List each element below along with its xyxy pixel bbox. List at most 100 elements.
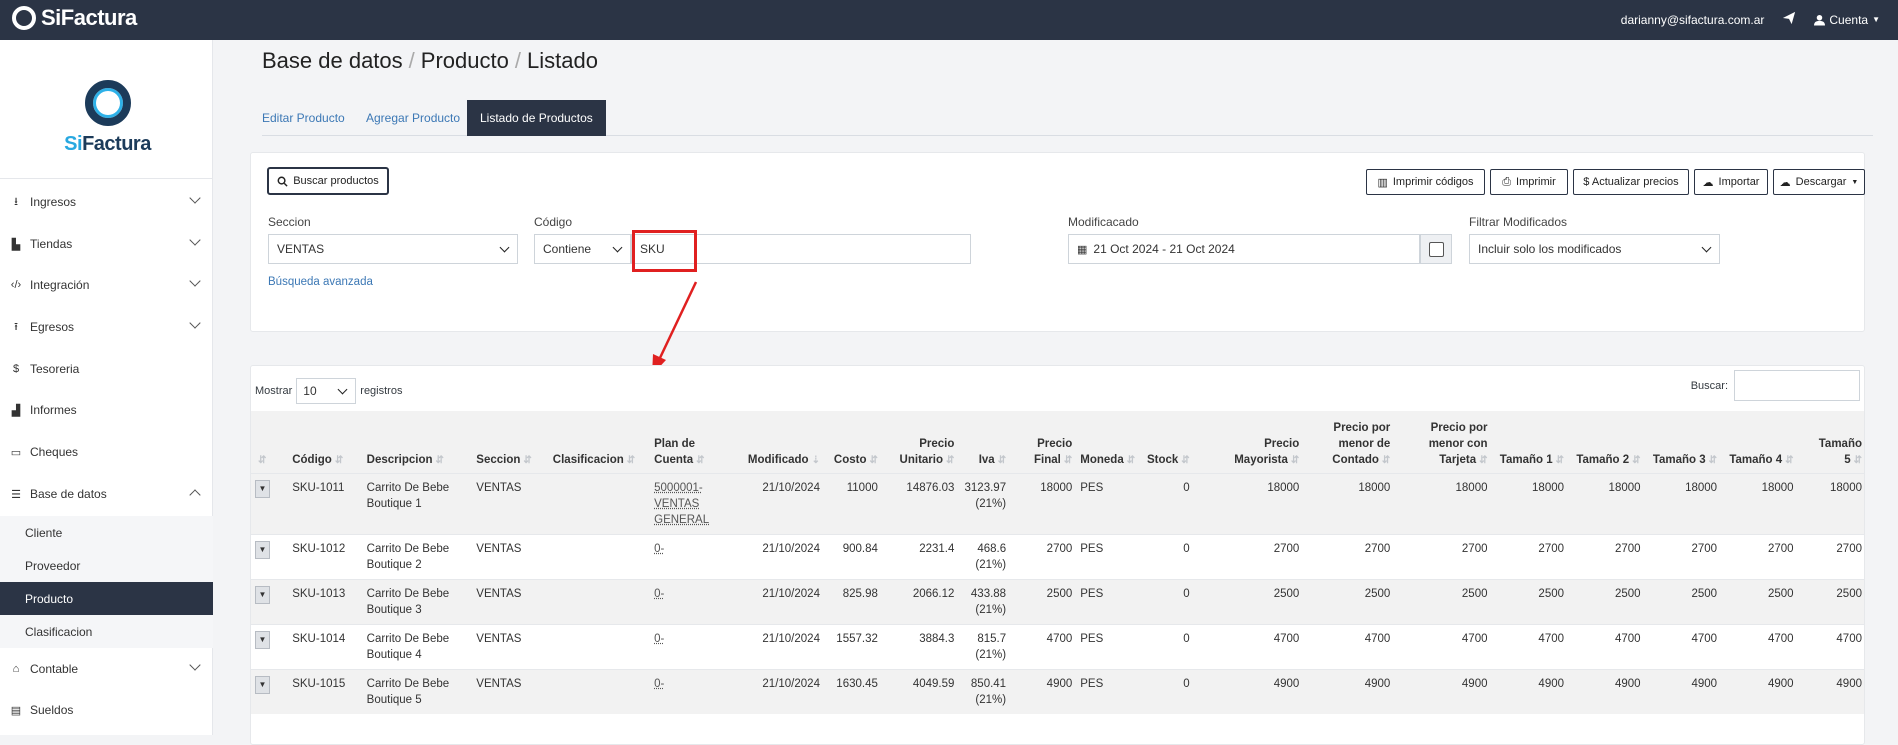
checkbox[interactable] <box>1429 242 1444 257</box>
seccion-label: Seccion <box>268 215 311 229</box>
sidebar-item-contable[interactable]: ⌂ Contable <box>0 649 213 689</box>
table-cell: 21/10/2024 <box>741 669 824 714</box>
chevron-down-icon <box>1702 243 1712 253</box>
column-header[interactable]: Clasificacion ⇵ <box>549 411 650 473</box>
tab-editar-producto[interactable]: Editar Producto <box>262 100 345 136</box>
print-button[interactable]: ⎙ Imprimir <box>1490 169 1568 195</box>
sidebar-item-base-de-datos[interactable]: ☰ Base de datos <box>0 474 213 514</box>
column-header-label: Iva <box>979 454 995 466</box>
sidebar-subitem-clasificacion[interactable]: Clasificacion <box>0 615 213 648</box>
plan-cuenta-link[interactable]: 0- <box>654 678 664 690</box>
sidebar-divider <box>0 178 213 179</box>
table-cell: 18000 <box>1303 473 1394 534</box>
print-codes-button[interactable]: ▥ Imprimir códigos <box>1366 169 1485 195</box>
expand-row-button[interactable]: ▼ <box>255 541 270 559</box>
advanced-search-link[interactable]: Búsqueda avanzada <box>268 276 373 288</box>
table-row[interactable]: ▼ SKU-1015 Carrito De Bebe Boutique 5 VENTA… <box>251 669 1865 714</box>
column-header[interactable]: Stock ⇵ <box>1141 411 1193 473</box>
column-header[interactable]: Plan de Cuenta ⇵ <box>650 411 741 473</box>
import-button[interactable]: ☁ Importar <box>1694 169 1768 195</box>
chevron-down-icon <box>189 317 200 328</box>
sidebar-item-tesoreria[interactable]: $ Tesoreria <box>0 349 213 389</box>
table-cell: 4700 <box>1645 624 1722 669</box>
table-cell: 0 <box>1141 669 1193 714</box>
plan-cuenta-link[interactable]: 0- <box>654 633 664 645</box>
column-header[interactable]: Iva ⇵ <box>958 411 1010 473</box>
column-header[interactable]: Seccion ⇵ <box>472 411 549 473</box>
cell-value: 2231.4 <box>919 543 954 555</box>
table-row[interactable]: ▼ SKU-1013 Carrito De Bebe Boutique 3 VENTA… <box>251 579 1865 624</box>
table-search-input[interactable] <box>1734 370 1860 401</box>
table-cell: 4900 <box>1798 669 1865 714</box>
sidebar-item-informes[interactable]: ▟ Informes <box>0 390 213 430</box>
expand-row-button[interactable]: ▼ <box>255 631 270 649</box>
tab-agregar-producto[interactable]: Agregar Producto <box>366 100 460 136</box>
date-filter-toggle[interactable] <box>1420 234 1452 264</box>
filter-panel: Buscar productos ▥ Imprimir códigos ⎙ Impr… <box>250 152 1865 332</box>
column-header[interactable]: Precio Mayorista ⇵ <box>1194 411 1304 473</box>
update-prices-button[interactable]: $ Actualizar precios <box>1573 169 1689 195</box>
column-header[interactable]: Modificado ⇣ <box>741 411 824 473</box>
tab-listado-productos[interactable]: Listado de Productos <box>467 100 606 136</box>
cell-value: 2700 <box>1768 543 1794 555</box>
table-row[interactable]: ▼ SKU-1012 Carrito De Bebe Boutique 2 VENTA… <box>251 534 1865 579</box>
column-header[interactable]: Tamaño 1 ⇵ <box>1492 411 1569 473</box>
download-dropdown-button[interactable]: ☁ Descargar ▼ <box>1773 169 1865 195</box>
column-header[interactable]: Precio por menor con Tarjeta ⇵ <box>1394 411 1491 473</box>
sidebar-subitem-proveedor[interactable]: Proveedor <box>0 549 213 582</box>
table-row[interactable]: ▼ SKU-1011 Carrito De Bebe Boutique 1 VENTA… <box>251 473 1865 534</box>
table-row[interactable]: ▼ SKU-1014 Carrito De Bebe Boutique 4 VENTA… <box>251 624 1865 669</box>
sidebar-item-integracion[interactable]: ‹/› Integración <box>0 265 213 305</box>
column-header[interactable]: Código ⇵ <box>288 411 362 473</box>
sort-icon: ⇵ <box>1709 455 1717 466</box>
sidebar-subitem-cliente[interactable]: Cliente <box>0 516 213 549</box>
column-header[interactable]: Tamaño 3 ⇵ <box>1645 411 1722 473</box>
plan-cuenta-link[interactable]: 0- <box>654 543 664 555</box>
sidebar-subitem-producto[interactable]: Producto <box>0 582 213 615</box>
sidebar-item-tiendas[interactable]: ▙ Tiendas <box>0 224 213 264</box>
column-header[interactable]: Tamaño 5 ⇵ <box>1798 411 1865 473</box>
codigo-mode-select[interactable]: Contiene <box>534 234 631 264</box>
filtrar-select[interactable]: Incluir solo los modificados <box>1469 234 1720 264</box>
sidebar-item-cheques[interactable]: ▭ Cheques <box>0 432 213 472</box>
sidebar-item-label: Tiendas <box>30 237 72 251</box>
plan-cuenta-link[interactable]: 5000001- VENTAS GENERAL <box>654 482 709 526</box>
column-header-label: Tamaño 4 <box>1729 454 1782 466</box>
table-cell: SKU-1015 <box>288 669 362 714</box>
send-icon[interactable] <box>1782 11 1796 28</box>
breadcrumb-item[interactable]: Base de datos <box>262 48 403 73</box>
expand-row-button[interactable]: ▼ <box>255 480 270 498</box>
column-header[interactable]: Tamaño 4 ⇵ <box>1721 411 1798 473</box>
breadcrumb-item[interactable]: Producto <box>421 48 509 73</box>
table-cell: SKU-1012 <box>288 534 362 579</box>
cell-value: 2700 <box>1274 543 1300 555</box>
brand-logo[interactable]: SiFactura <box>12 5 137 31</box>
column-header[interactable]: Precio Final ⇵ <box>1010 411 1076 473</box>
column-header[interactable]: Costo ⇵ <box>824 411 882 473</box>
table-cell: 0 <box>1141 579 1193 624</box>
account-menu[interactable]: Cuenta ▼ <box>1814 13 1880 27</box>
column-header[interactable]: Precio Unitario ⇵ <box>882 411 959 473</box>
page-size-select[interactable]: 10 <box>296 378 356 404</box>
expand-row-button[interactable]: ▼ <box>255 676 270 694</box>
column-header[interactable]: Descripcion ⇵ <box>363 411 473 473</box>
expand-column-header[interactable]: ⇵ <box>251 411 288 473</box>
column-header[interactable]: Precio por menor de Contado ⇵ <box>1303 411 1394 473</box>
sidebar-item-ingresos[interactable]: ⭳ Ingresos <box>0 182 213 222</box>
plan-cuenta-link[interactable]: 0- <box>654 588 664 600</box>
seccion-select[interactable]: VENTAS <box>268 234 518 264</box>
date-range-input[interactable]: ▦ 21 Oct 2024 - 21 Oct 2024 <box>1068 234 1420 264</box>
table-cell: 18000 <box>1194 473 1304 534</box>
cell-value: VENTAS <box>476 678 521 690</box>
column-header[interactable]: Moneda ⇵ <box>1076 411 1141 473</box>
cell-value: 0 <box>1183 482 1189 494</box>
expand-row-button[interactable]: ▼ <box>255 586 270 604</box>
update-prices-label: $ Actualizar precios <box>1583 176 1678 188</box>
user-email[interactable]: darianny@sifactura.com.ar <box>1621 13 1765 27</box>
sidebar-item-egresos[interactable]: ⭱ Egresos <box>0 307 213 347</box>
table-cell: 18000 <box>1010 473 1076 534</box>
sidebar-item-sueldos[interactable]: ▤ Sueldos <box>0 690 213 730</box>
search-products-button[interactable]: Buscar productos <box>267 167 389 195</box>
sidebar-item-label: Cheques <box>30 445 78 459</box>
column-header[interactable]: Tamaño 2 ⇵ <box>1568 411 1645 473</box>
